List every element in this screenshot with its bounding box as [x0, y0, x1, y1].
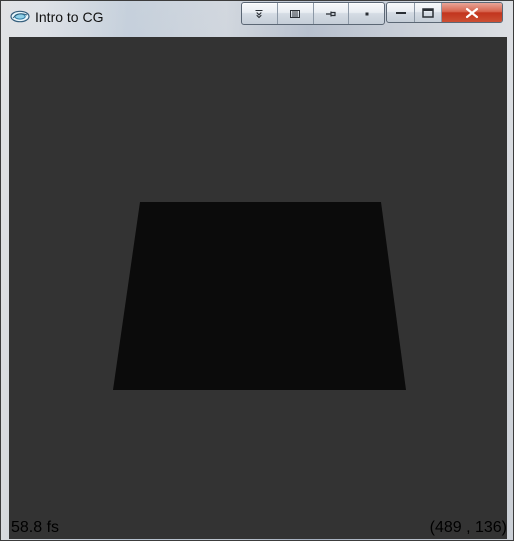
- close-button[interactable]: [442, 3, 502, 22]
- trapezoid-shape: [113, 202, 406, 390]
- dot-icon: [365, 12, 369, 15]
- pin-icon: [325, 11, 336, 16]
- grid-button[interactable]: [278, 3, 314, 24]
- titlebar-extra-buttons: [241, 2, 385, 25]
- grid-icon: [290, 9, 301, 18]
- fps-counter: 58.8 fs: [11, 519, 60, 536]
- maximize-button[interactable]: [415, 3, 442, 22]
- close-icon: [465, 7, 479, 18]
- minimize-icon: [395, 11, 406, 14]
- collapse-button[interactable]: [242, 3, 278, 24]
- minimize-button[interactable]: [387, 3, 415, 22]
- dot-button[interactable]: [349, 3, 384, 24]
- render-viewport[interactable]: 58.8 fs (489 , 136): [9, 37, 507, 539]
- app-window: Intro to CG 58.8 fs (489 , 136): [0, 0, 514, 541]
- pin-button[interactable]: [314, 3, 350, 24]
- caption-buttons: [386, 2, 503, 23]
- title-bar[interactable]: Intro to CG: [1, 1, 513, 30]
- window-title: Intro to CG: [35, 9, 104, 25]
- collapse-icon: [255, 9, 263, 18]
- maximize-icon: [422, 7, 434, 18]
- mouse-coordinates: (489 , 136): [429, 519, 507, 536]
- window-app-icon: [10, 10, 30, 23]
- scene-canvas: [9, 37, 507, 539]
